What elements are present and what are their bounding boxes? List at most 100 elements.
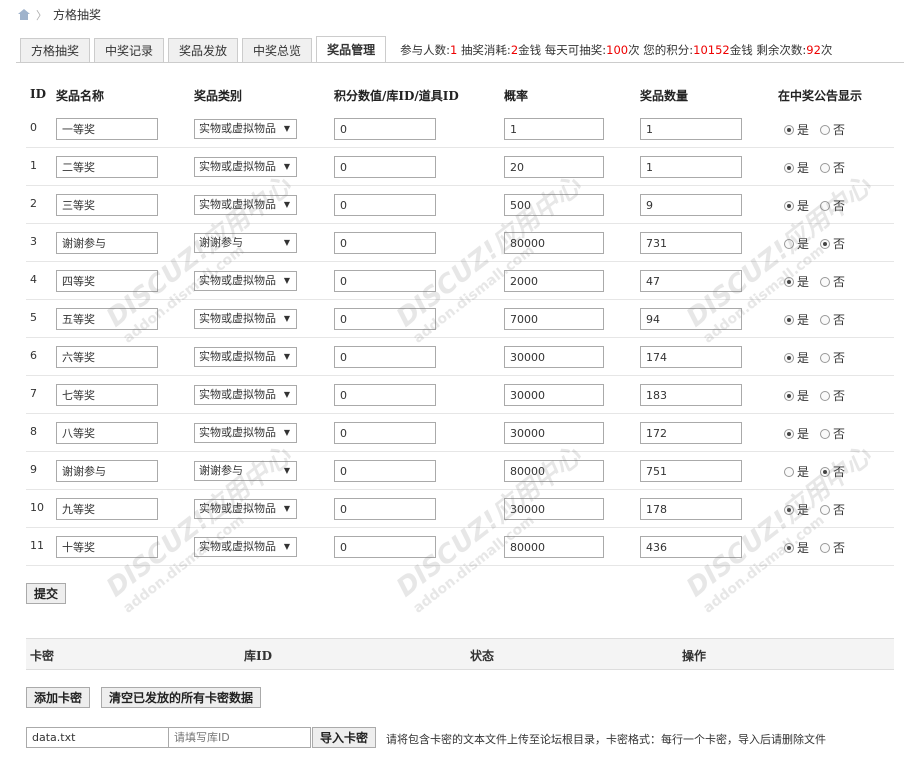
- prize-quantity-input[interactable]: [640, 536, 742, 558]
- prize-quantity-input[interactable]: [640, 422, 742, 444]
- prize-probability-input[interactable]: [504, 384, 604, 406]
- prize-type-select[interactable]: 实物或虚拟物品 ▼: [194, 195, 297, 215]
- prize-name-input[interactable]: [56, 118, 158, 140]
- prize-type-select[interactable]: 实物或虚拟物品 ▼: [194, 271, 297, 291]
- radio-icon[interactable]: [820, 390, 830, 401]
- show-yes-radio[interactable]: 是: [784, 197, 809, 214]
- radio-icon[interactable]: [784, 276, 794, 287]
- radio-icon[interactable]: [784, 390, 794, 401]
- prize-value-input[interactable]: [334, 536, 436, 558]
- prize-quantity-input[interactable]: [640, 308, 742, 330]
- prize-quantity-input[interactable]: [640, 118, 742, 140]
- show-yes-radio[interactable]: 是: [784, 311, 809, 328]
- prize-type-select[interactable]: 实物或虚拟物品 ▼: [194, 347, 297, 367]
- prize-type-select[interactable]: 实物或虚拟物品 ▼: [194, 157, 297, 177]
- prize-name-input[interactable]: [56, 194, 158, 216]
- prize-value-input[interactable]: [334, 346, 436, 368]
- submit-button[interactable]: 提交: [26, 583, 67, 604]
- radio-icon[interactable]: [784, 504, 794, 515]
- prize-name-input[interactable]: [56, 346, 158, 368]
- tab-grid-lottery[interactable]: 方格抽奖: [20, 38, 91, 63]
- prize-value-input[interactable]: [334, 422, 436, 444]
- radio-icon[interactable]: [784, 162, 794, 173]
- show-yes-radio[interactable]: 是: [784, 349, 809, 366]
- prize-type-select[interactable]: 实物或虚拟物品 ▼: [194, 499, 297, 519]
- prize-type-select[interactable]: 谢谢参与 ▼: [194, 233, 297, 253]
- prize-name-input[interactable]: [56, 232, 158, 254]
- prize-name-input[interactable]: [56, 270, 158, 292]
- radio-icon[interactable]: [784, 238, 794, 249]
- prize-name-input[interactable]: [56, 384, 158, 406]
- show-no-radio[interactable]: 否: [820, 539, 845, 556]
- prize-type-select[interactable]: 实物或虚拟物品 ▼: [194, 119, 297, 139]
- radio-icon[interactable]: [820, 124, 830, 135]
- show-no-radio[interactable]: 否: [820, 425, 845, 442]
- show-no-radio[interactable]: 否: [820, 311, 845, 328]
- tab-winning-records[interactable]: 中奖记录: [94, 38, 165, 63]
- show-yes-radio[interactable]: 是: [784, 121, 809, 138]
- prize-name-input[interactable]: [56, 460, 158, 482]
- import-cards-button[interactable]: 导入卡密: [312, 727, 377, 748]
- show-no-radio[interactable]: 否: [820, 235, 845, 252]
- prize-type-select[interactable]: 实物或虚拟物品 ▼: [194, 385, 297, 405]
- home-icon[interactable]: [18, 9, 30, 20]
- prize-name-input[interactable]: [56, 498, 158, 520]
- prize-probability-input[interactable]: [504, 308, 604, 330]
- prize-value-input[interactable]: [334, 118, 436, 140]
- radio-icon[interactable]: [820, 162, 830, 173]
- prize-quantity-input[interactable]: [640, 270, 742, 292]
- prize-name-input[interactable]: [56, 536, 158, 558]
- prize-quantity-input[interactable]: [640, 232, 742, 254]
- prize-name-input[interactable]: [56, 156, 158, 178]
- prize-value-input[interactable]: [334, 498, 436, 520]
- prize-probability-input[interactable]: [504, 460, 604, 482]
- radio-icon[interactable]: [784, 352, 794, 363]
- show-no-radio[interactable]: 否: [820, 387, 845, 404]
- prize-name-input[interactable]: [56, 422, 158, 444]
- radio-icon[interactable]: [820, 466, 830, 477]
- prize-type-select[interactable]: 实物或虚拟物品 ▼: [194, 309, 297, 329]
- prize-value-input[interactable]: [334, 308, 436, 330]
- show-no-radio[interactable]: 否: [820, 501, 845, 518]
- add-card-button[interactable]: 添加卡密: [26, 687, 91, 708]
- radio-icon[interactable]: [820, 504, 830, 515]
- radio-icon[interactable]: [820, 428, 830, 439]
- tab-prize-distribution[interactable]: 奖品发放: [168, 38, 239, 63]
- show-yes-radio[interactable]: 是: [784, 463, 809, 480]
- show-no-radio[interactable]: 否: [820, 273, 845, 290]
- prize-probability-input[interactable]: [504, 536, 604, 558]
- radio-icon[interactable]: [784, 542, 794, 553]
- prize-quantity-input[interactable]: [640, 156, 742, 178]
- prize-probability-input[interactable]: [504, 118, 604, 140]
- prize-value-input[interactable]: [334, 156, 436, 178]
- prize-quantity-input[interactable]: [640, 346, 742, 368]
- radio-icon[interactable]: [820, 200, 830, 211]
- show-yes-radio[interactable]: 是: [784, 387, 809, 404]
- prize-value-input[interactable]: [334, 194, 436, 216]
- radio-icon[interactable]: [820, 352, 830, 363]
- prize-value-input[interactable]: [334, 384, 436, 406]
- radio-icon[interactable]: [784, 466, 794, 477]
- prize-name-input[interactable]: [56, 308, 158, 330]
- prize-value-input[interactable]: [334, 232, 436, 254]
- prize-type-select[interactable]: 实物或虚拟物品 ▼: [194, 423, 297, 443]
- prize-probability-input[interactable]: [504, 498, 604, 520]
- show-yes-radio[interactable]: 是: [784, 425, 809, 442]
- radio-icon[interactable]: [820, 238, 830, 249]
- show-yes-radio[interactable]: 是: [784, 501, 809, 518]
- show-yes-radio[interactable]: 是: [784, 539, 809, 556]
- prize-probability-input[interactable]: [504, 194, 604, 216]
- prize-quantity-input[interactable]: [640, 460, 742, 482]
- prize-probability-input[interactable]: [504, 156, 604, 178]
- radio-icon[interactable]: [820, 542, 830, 553]
- prize-quantity-input[interactable]: [640, 498, 742, 520]
- prize-probability-input[interactable]: [504, 422, 604, 444]
- card-file-input[interactable]: [26, 727, 169, 748]
- radio-icon[interactable]: [820, 314, 830, 325]
- show-yes-radio[interactable]: 是: [784, 273, 809, 290]
- tab-winning-overview[interactable]: 中奖总览: [242, 38, 313, 63]
- show-yes-radio[interactable]: 是: [784, 159, 809, 176]
- prize-probability-input[interactable]: [504, 270, 604, 292]
- card-lib-id-input[interactable]: [168, 727, 311, 748]
- radio-icon[interactable]: [784, 124, 794, 135]
